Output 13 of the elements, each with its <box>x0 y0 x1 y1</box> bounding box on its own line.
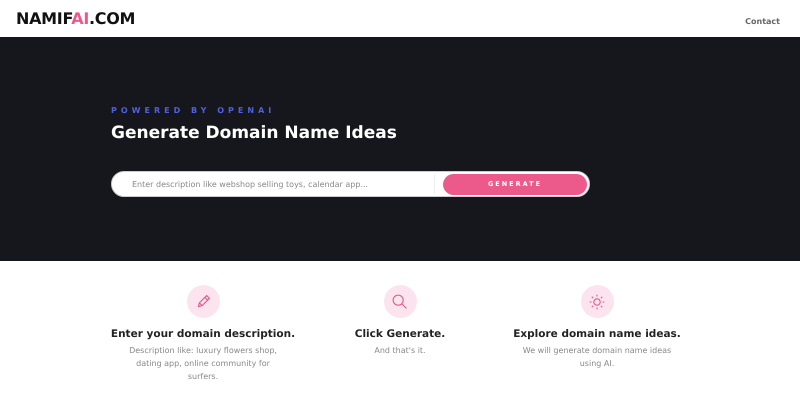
eyebrow-text: POWERED BY OPENAI <box>111 106 276 115</box>
step-description: We will generate domain name ideas using AI. <box>522 345 672 370</box>
site-logo[interactable]: NAMIFAI.COM <box>16 9 136 28</box>
search-icon <box>384 285 416 318</box>
sun-icon <box>580 285 614 318</box>
step-description: Description like: luxury flowers shop, dating app, online community for surfers. <box>128 345 278 383</box>
pencil-icon <box>186 285 220 318</box>
hero-title: Generate Domain Name Ideas <box>111 123 398 143</box>
step-title: Enter your domain description. <box>110 328 296 340</box>
step-title: Click Generate. <box>354 328 446 340</box>
step-description: And that's it. <box>373 345 427 357</box>
step-title: Explore domain name ideas. <box>513 328 681 340</box>
nav-link[interactable]: Contact <box>745 17 780 26</box>
